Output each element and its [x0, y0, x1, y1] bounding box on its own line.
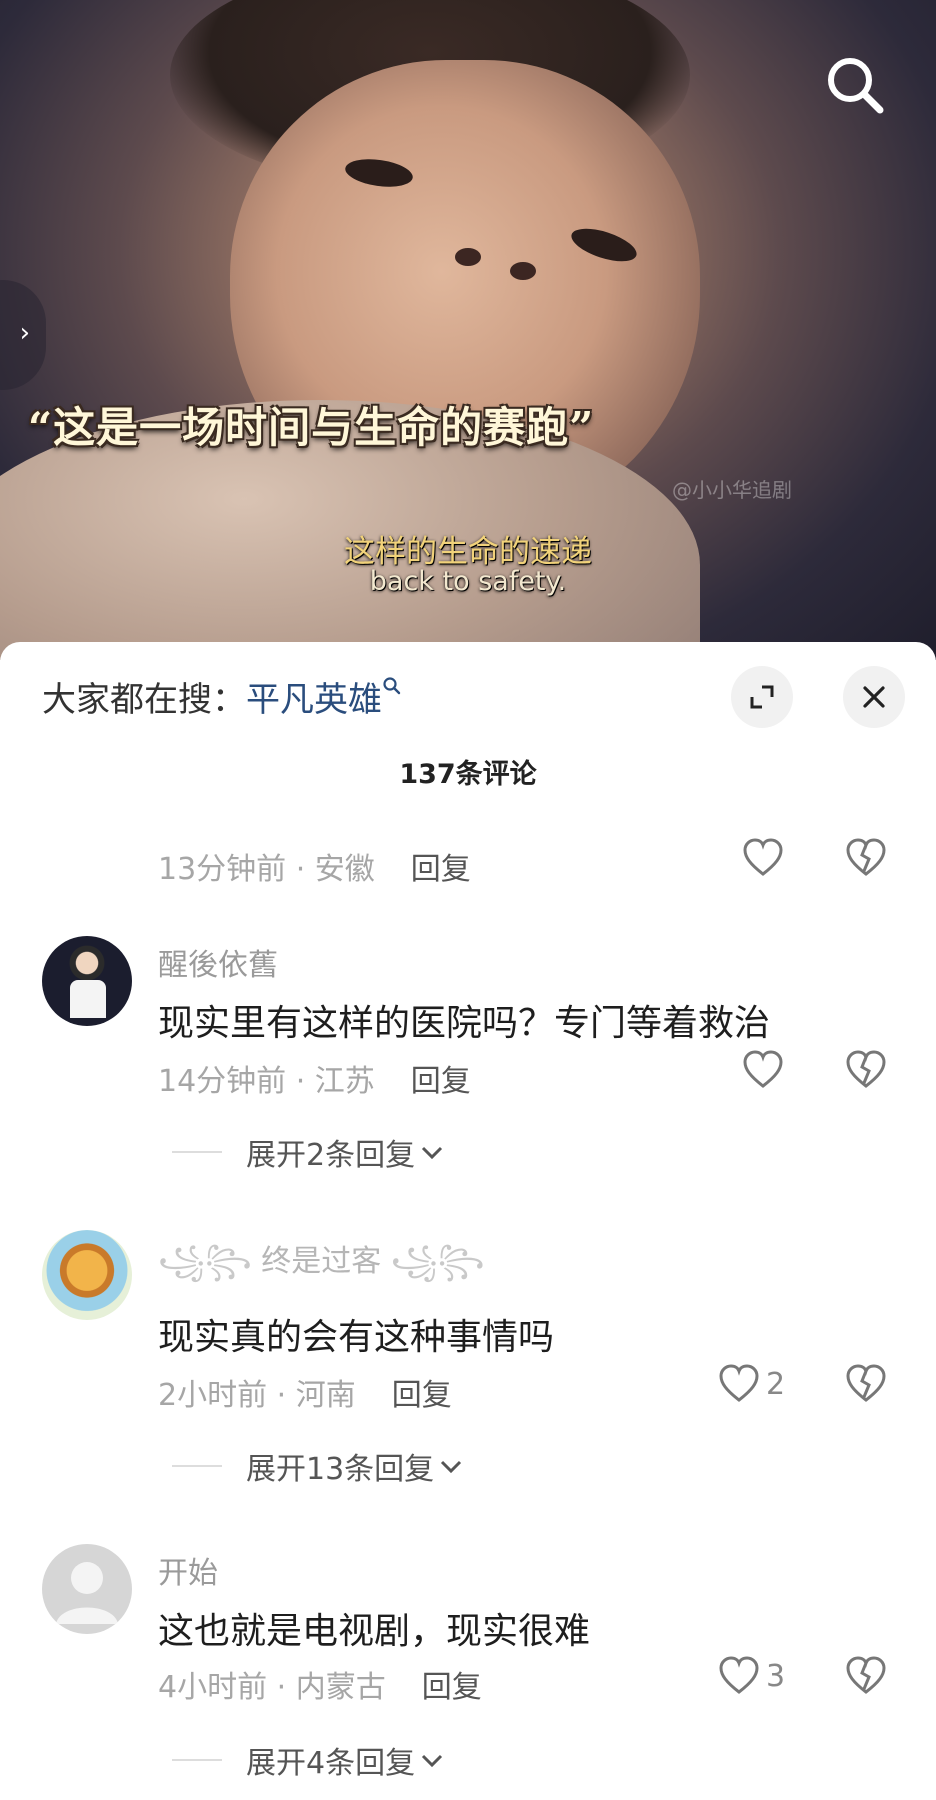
comment-time-location: 14分钟前 · 江苏 — [158, 1064, 375, 1099]
like-button[interactable] — [742, 838, 784, 878]
comment-count: 137条评论 — [399, 759, 537, 790]
subtitle-chinese: 这样的生命的速递 — [344, 534, 592, 570]
search-icon — [383, 677, 401, 695]
expand-panel-button[interactable] — [731, 666, 793, 728]
comment-panel: 大家都在搜：平凡英雄 137条评论 13分钟前 · 安徽 回复 醒後依舊 现实里… — [0, 642, 936, 1800]
avatar[interactable] — [42, 1544, 132, 1634]
default-avatar-icon — [56, 1562, 118, 1624]
like-button[interactable]: 2 — [718, 1364, 785, 1404]
username-decoration-icon: ꧁꧂ — [158, 1244, 262, 1279]
expand-replies-label: 展开13条回复 — [246, 1452, 435, 1487]
dislike-button[interactable] — [845, 1656, 887, 1700]
close-panel-button[interactable] — [843, 666, 905, 728]
video-frame-nose — [510, 262, 536, 280]
divider — [172, 1151, 222, 1153]
video-frame-nose — [455, 248, 481, 266]
video-title-overlay: “这是一场时间与生命的赛跑” — [28, 403, 595, 452]
video-player[interactable]: “这是一场时间与生命的赛跑” @小小华追剧 这样的生命的速递 back to s… — [0, 0, 936, 660]
comment-time-location: 2小时前 · 河南 — [158, 1378, 356, 1413]
divider — [172, 1465, 222, 1467]
dislike-button[interactable] — [845, 1364, 887, 1408]
dislike-button[interactable] — [845, 838, 887, 882]
like-count: 2 — [766, 1366, 786, 1402]
trending-keyword[interactable]: 平凡英雄 — [246, 680, 382, 720]
broken-heart-icon — [846, 1050, 886, 1088]
expand-icon — [750, 685, 774, 709]
broken-heart-icon — [846, 1656, 886, 1694]
comment-username[interactable]: ꧁꧂ 终是过客 ꧁꧂ — [158, 1236, 485, 1299]
search-button[interactable] — [822, 52, 888, 118]
comment-time-location: 13分钟前 · 安徽 — [158, 852, 375, 887]
trending-search[interactable]: 大家都在搜：平凡英雄 — [42, 672, 402, 721]
dislike-button[interactable] — [845, 1050, 887, 1094]
expand-replies-label: 展开2条回复 — [246, 1138, 416, 1173]
subtitle-english: back to safety. — [369, 566, 567, 597]
expand-replies-label: 展开4条回复 — [246, 1746, 416, 1781]
close-icon — [863, 686, 885, 708]
search-icon — [828, 58, 884, 114]
comment-username[interactable]: 开始 — [158, 1548, 218, 1592]
chevron-down-icon — [422, 1754, 443, 1768]
avatar[interactable] — [42, 936, 132, 1026]
comment-meta: 14分钟前 · 江苏 回复 — [158, 1056, 471, 1100]
side-panel-toggle[interactable]: › — [0, 280, 46, 390]
heart-icon — [743, 1050, 783, 1088]
chevron-down-icon — [441, 1460, 462, 1474]
heart-icon — [719, 1364, 759, 1402]
avatar[interactable] — [42, 1230, 132, 1320]
trending-label: 大家都在搜： — [42, 680, 246, 720]
comment-time-location: 4小时前 · 内蒙古 — [158, 1670, 386, 1705]
video-watermark: @小小华追剧 — [672, 478, 792, 502]
like-button[interactable]: 3 — [718, 1656, 785, 1696]
reply-button[interactable]: 回复 — [411, 1064, 471, 1099]
expand-replies-button[interactable]: 展开2条回复 — [172, 1130, 445, 1174]
comment-text[interactable]: 现实真的会有这种事情吗 — [158, 1308, 554, 1360]
comment-text[interactable]: 这也就是电视剧，现实很难 — [158, 1602, 590, 1654]
like-count: 3 — [766, 1658, 786, 1694]
reply-button[interactable]: 回复 — [422, 1670, 482, 1705]
divider — [172, 1759, 222, 1761]
expand-replies-button[interactable]: 展开13条回复 — [172, 1444, 464, 1488]
comment-meta: 4小时前 · 内蒙古 回复 — [158, 1662, 482, 1706]
broken-heart-icon — [846, 838, 886, 876]
username-decoration-icon: ꧁꧂ — [381, 1244, 485, 1279]
expand-replies-button[interactable]: 展开4条回复 — [172, 1738, 445, 1782]
comment-username-text: 终是过客 — [261, 1244, 382, 1279]
heart-icon — [743, 838, 783, 876]
heart-icon — [719, 1656, 759, 1694]
comment-text[interactable]: 现实里有这样的医院吗？专门等着救治 — [158, 994, 770, 1046]
chevron-down-icon — [422, 1146, 443, 1160]
like-button[interactable] — [742, 1050, 784, 1090]
comment-meta: 2小时前 · 河南 回复 — [158, 1370, 452, 1414]
avatar-figure — [70, 980, 106, 1018]
comment-username[interactable]: 醒後依舊 — [158, 940, 278, 984]
broken-heart-icon — [846, 1364, 886, 1402]
reply-button[interactable]: 回复 — [392, 1378, 452, 1413]
reply-button[interactable]: 回复 — [411, 852, 471, 887]
comment-meta: 13分钟前 · 安徽 回复 — [158, 844, 471, 888]
chevron-right-icon: › — [19, 318, 30, 348]
